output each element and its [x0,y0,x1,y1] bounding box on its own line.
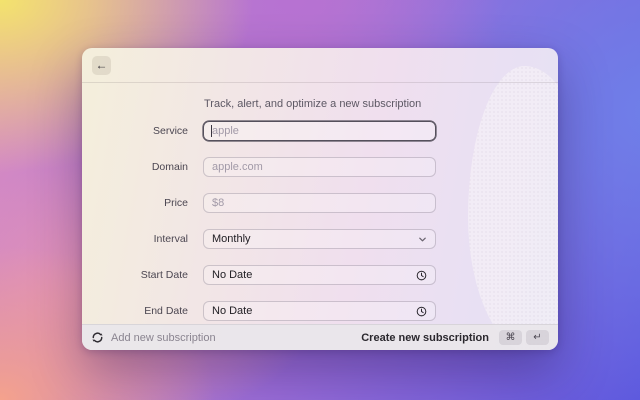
end-date-wrap: No Date [203,301,436,321]
desktop-wallpaper: ← Track, alert, and optimize a new subsc… [0,0,640,400]
field-label: Start Date [140,269,188,281]
interval-dropdown[interactable]: Monthly [203,229,436,249]
service-input[interactable] [203,121,436,141]
form-row-price: Price [82,193,558,213]
interval-select-wrap: Monthly [203,229,436,249]
field-label: End Date [144,305,188,317]
field-label: Service [152,125,188,137]
start-date-value: No Date [212,269,253,281]
chevron-down-icon [419,237,426,241]
back-button[interactable]: ← [92,55,111,75]
field-label: Price [164,197,188,209]
clock-icon [416,270,427,280]
form-row-start-date: Start Date No Date [82,265,558,285]
command-key-badge: ⌘ [499,330,522,345]
command-title: Add new subscription [111,331,216,344]
service-input-wrap [203,121,436,141]
form-content: Track, alert, and optimize a new subscri… [82,83,558,321]
form-row-interval: Interval Monthly [82,229,558,249]
action-bar-right: Create new subscription ⌘ ↵ [361,330,549,345]
form-row-domain: Domain [82,157,558,177]
domain-input-wrap [203,157,436,177]
action-bar-left: Add new subscription [91,331,216,344]
end-date-value: No Date [212,305,253,317]
price-input[interactable] [203,193,436,213]
form-rows: Service Domain Price [82,121,558,321]
price-input-wrap [203,193,436,213]
form-description: Track, alert, and optimize a new subscri… [204,98,422,110]
primary-action-button[interactable]: Create new subscription [361,332,489,344]
start-date-picker[interactable]: No Date [203,265,436,285]
window-header: ← [82,48,558,83]
sync-circular-arrows-icon [92,332,103,343]
form-row-service: Service [82,121,558,141]
form-row-end-date: End Date No Date [82,301,558,321]
clock-icon [416,306,427,316]
enter-key-badge: ↵ [526,330,549,345]
start-date-wrap: No Date [203,265,436,285]
back-arrow-icon: ← [95,58,108,72]
field-label: Interval [153,233,188,245]
action-bar: Add new subscription Create new subscrip… [82,324,558,350]
interval-value: Monthly [212,233,251,245]
app-window: ← Track, alert, and optimize a new subsc… [82,48,558,350]
domain-input[interactable] [203,157,436,177]
end-date-picker[interactable]: No Date [203,301,436,321]
field-label: Domain [151,161,188,173]
